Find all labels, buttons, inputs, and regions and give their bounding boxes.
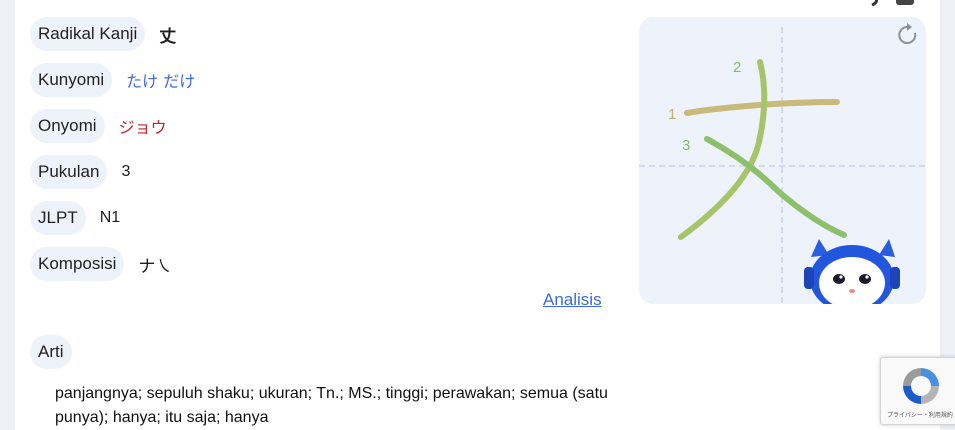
pukulan-row: Pukulan 3 [30, 154, 130, 190]
kanji-detail-card: Radikal Kanji 丈 Kunyomi たけ だけ Onyomi ジョウ… [15, 0, 940, 430]
robot-mascot-icon [804, 239, 900, 304]
recaptcha-text[interactable]: プライバシー・利用規約 [887, 410, 953, 419]
stroke-3 [704, 136, 847, 238]
arti-description: panjangnya; sepuluh shaku; ukuran; Tn.; … [55, 385, 608, 426]
kunyomi-value[interactable]: たけ だけ [126, 68, 195, 92]
analisis-link[interactable]: Analisis [543, 290, 602, 310]
jlpt-value: N1 [99, 209, 121, 226]
radikal-label: Radikal Kanji [30, 17, 146, 51]
onyomi-label: Onyomi [30, 109, 105, 143]
partial-icon-2 [896, 0, 914, 5]
pukulan-value: 3 [121, 163, 131, 180]
recaptcha-badge[interactable]: プライバシー・利用規約 [880, 357, 955, 425]
stroke-number-1: 1 [668, 106, 676, 123]
header-icons [866, 0, 926, 11]
radikal-row: Radikal Kanji 丈 [30, 16, 176, 52]
recaptcha-icon [903, 368, 939, 404]
stroke-order-diagram: 2 1 3 [639, 23, 926, 304]
arti-label: Arti [30, 335, 72, 369]
pukulan-label: Pukulan [30, 155, 108, 189]
arti-row: Arti [30, 334, 72, 370]
replay-icon[interactable] [898, 23, 917, 44]
onyomi-value[interactable]: ジョウ [119, 114, 167, 138]
stroke-number-2: 2 [733, 59, 741, 76]
radikal-value: 丈 [159, 26, 177, 47]
kunyomi-label: Kunyomi [30, 63, 113, 97]
komposisi-label: Komposisi [30, 247, 125, 281]
kunyomi-row: Kunyomi たけ だけ [30, 62, 195, 98]
jlpt-label: JLPT [30, 201, 86, 235]
partial-icon [871, 0, 879, 7]
komposisi-value: ナ㇏ [138, 256, 173, 277]
onyomi-row: Onyomi ジョウ [30, 108, 167, 144]
jlpt-row: JLPT N1 [30, 200, 120, 236]
komposisi-row: Komposisi ナ㇏ [30, 246, 172, 282]
stroke-order-panel: 2 1 3 [639, 17, 926, 304]
stroke-number-3: 3 [682, 137, 690, 154]
